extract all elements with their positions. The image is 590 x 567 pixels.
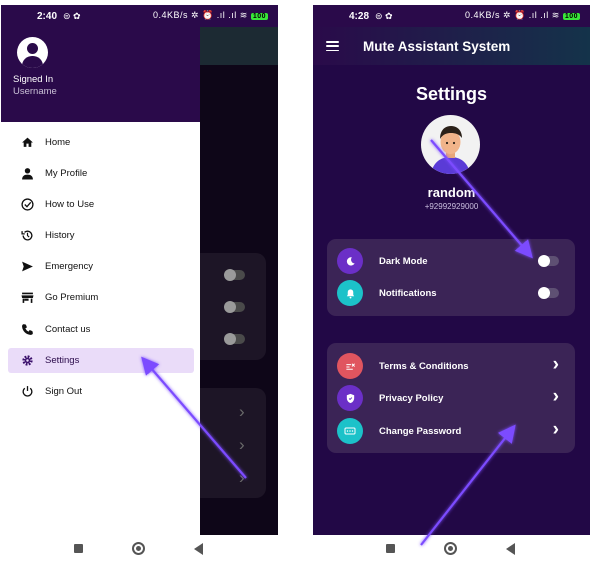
status-icons: ⊜ ✿ — [63, 10, 81, 21]
dark-mode-label: Dark Mode — [379, 255, 428, 267]
system-nav-bar — [313, 535, 590, 562]
password-icon — [337, 418, 363, 444]
page-title: Settings — [415, 84, 487, 104]
background-link-card — [200, 388, 266, 498]
menu-item-label: Contact us — [45, 324, 91, 335]
profile-avatar[interactable] — [421, 115, 480, 174]
menu-item-label: History — [45, 230, 75, 241]
battery-icon: 100 — [562, 13, 580, 20]
dark-mode-toggle[interactable] — [538, 255, 559, 267]
links-card: Terms & Conditions › Privacy Policy › Ch… — [327, 343, 575, 453]
settings-screen: Mute Assistant System Settings random +9… — [313, 27, 590, 535]
background-appbar — [200, 27, 278, 65]
home-icon — [20, 136, 34, 150]
history-icon — [20, 229, 34, 243]
back-button[interactable] — [506, 543, 515, 555]
background-toggle — [224, 269, 245, 281]
menu-item-label: How to Use — [45, 199, 95, 210]
chevron-right-icon: › — [552, 419, 559, 440]
notifications-label: Notifications — [379, 287, 437, 299]
system-nav-bar — [1, 535, 278, 562]
network-speed: 0.4KB/s — [152, 10, 189, 20]
privacy-policy-label: Privacy Policy — [379, 392, 444, 404]
network-speed: 0.4KB/s — [464, 10, 501, 20]
profile-phone: +92992929000 — [424, 202, 479, 211]
status-right: 0.4KB/s ✲ ⏰ .ıl .ıl ≋ 100 — [464, 10, 580, 20]
status-bar: 2:40 ⊜ ✿ 0.4KB/s ✲ ⏰ .ıl .ıl ≋ 100 — [1, 5, 278, 27]
chevron-right-icon: › — [552, 354, 559, 375]
app-title: Mute Assistant System — [363, 39, 511, 54]
background-toggle — [224, 301, 245, 313]
chevron-right-icon: › — [239, 435, 245, 454]
recents-button[interactable] — [74, 544, 83, 553]
background-toggle — [224, 333, 245, 345]
status-time: 4:28 — [349, 10, 370, 22]
toggle-card: Dark Mode Notifications — [327, 239, 575, 316]
menu-item-sign-out[interactable]: Sign Out — [8, 379, 194, 404]
app-bar: Mute Assistant System — [313, 27, 590, 65]
power-icon — [20, 385, 34, 399]
chevron-right-icon: › — [552, 386, 559, 407]
menu-item-history[interactable]: History — [8, 223, 194, 248]
home-button[interactable] — [132, 542, 145, 555]
privacy-policy-row[interactable]: Privacy Policy › — [337, 385, 565, 411]
navigation-drawer: Signed In Username Home My Profile How t… — [1, 27, 200, 535]
change-password-label: Change Password — [379, 425, 462, 437]
profile-name: random — [427, 185, 476, 200]
recents-button[interactable] — [386, 544, 395, 553]
status-right: 0.4KB/s ✲ ⏰ .ıl .ıl ≋ 100 — [152, 10, 268, 20]
status-time: 2:40 — [37, 10, 58, 22]
menu-item-settings[interactable]: Settings — [8, 348, 194, 373]
bell-icon — [337, 280, 363, 306]
menu-item-label: Go Premium — [45, 292, 99, 303]
menu-item-go-premium[interactable]: Go Premium — [8, 285, 194, 310]
dark-mode-row[interactable]: Dark Mode — [337, 248, 565, 274]
menu-item-label: Home — [45, 137, 71, 148]
person-icon — [20, 167, 34, 181]
chevron-right-icon: › — [239, 402, 245, 421]
shield-icon — [337, 385, 363, 411]
avatar-illustration — [431, 126, 470, 174]
terms-label: Terms & Conditions — [379, 360, 469, 372]
drawer-header: Signed In Username — [1, 27, 200, 122]
menu-item-label: Emergency — [45, 261, 94, 272]
notifications-toggle[interactable] — [538, 287, 559, 299]
account-icon[interactable] — [17, 37, 48, 68]
terms-icon — [337, 353, 363, 379]
gear-icon — [20, 354, 34, 368]
home-button[interactable] — [444, 542, 457, 555]
username-label: Username — [13, 86, 57, 97]
chevron-right-icon: › — [239, 468, 245, 487]
menu-item-label: Sign Out — [45, 386, 82, 397]
right-phone-screen: 4:28 ⊜ ✿ 0.4KB/s ✲ ⏰ .ıl .ıl ≋ 100 Mute A… — [313, 5, 590, 562]
terms-row[interactable]: Terms & Conditions › — [337, 353, 565, 379]
change-password-row[interactable]: Change Password › — [337, 418, 565, 444]
notifications-row[interactable]: Notifications — [337, 280, 565, 306]
menu-icon[interactable] — [326, 41, 339, 52]
menu-item-label: Settings — [45, 355, 80, 366]
store-icon — [20, 291, 34, 305]
menu-item-emergency[interactable]: Emergency — [8, 254, 194, 279]
back-button[interactable] — [194, 543, 203, 555]
left-phone-screen: 2:40 ⊜ ✿ 0.4KB/s ✲ ⏰ .ıl .ıl ≋ 100 › › › … — [1, 5, 278, 562]
menu-item-label: My Profile — [45, 168, 88, 179]
signed-in-label: Signed In — [13, 74, 54, 85]
send-icon — [20, 260, 34, 274]
status-bar: 4:28 ⊜ ✿ 0.4KB/s ✲ ⏰ .ıl .ıl ≋ 100 — [313, 5, 590, 27]
battery-icon: 100 — [250, 13, 268, 20]
menu-item-contact-us[interactable]: Contact us — [8, 317, 194, 342]
moon-icon — [337, 248, 363, 274]
menu-item-home[interactable]: Home — [8, 130, 194, 155]
check-circle-icon — [20, 198, 34, 212]
phone-icon — [20, 323, 34, 337]
menu-item-my-profile[interactable]: My Profile — [8, 161, 194, 186]
menu-item-how-to-use[interactable]: How to Use — [8, 192, 194, 217]
status-icons: ⊜ ✿ — [375, 10, 393, 21]
